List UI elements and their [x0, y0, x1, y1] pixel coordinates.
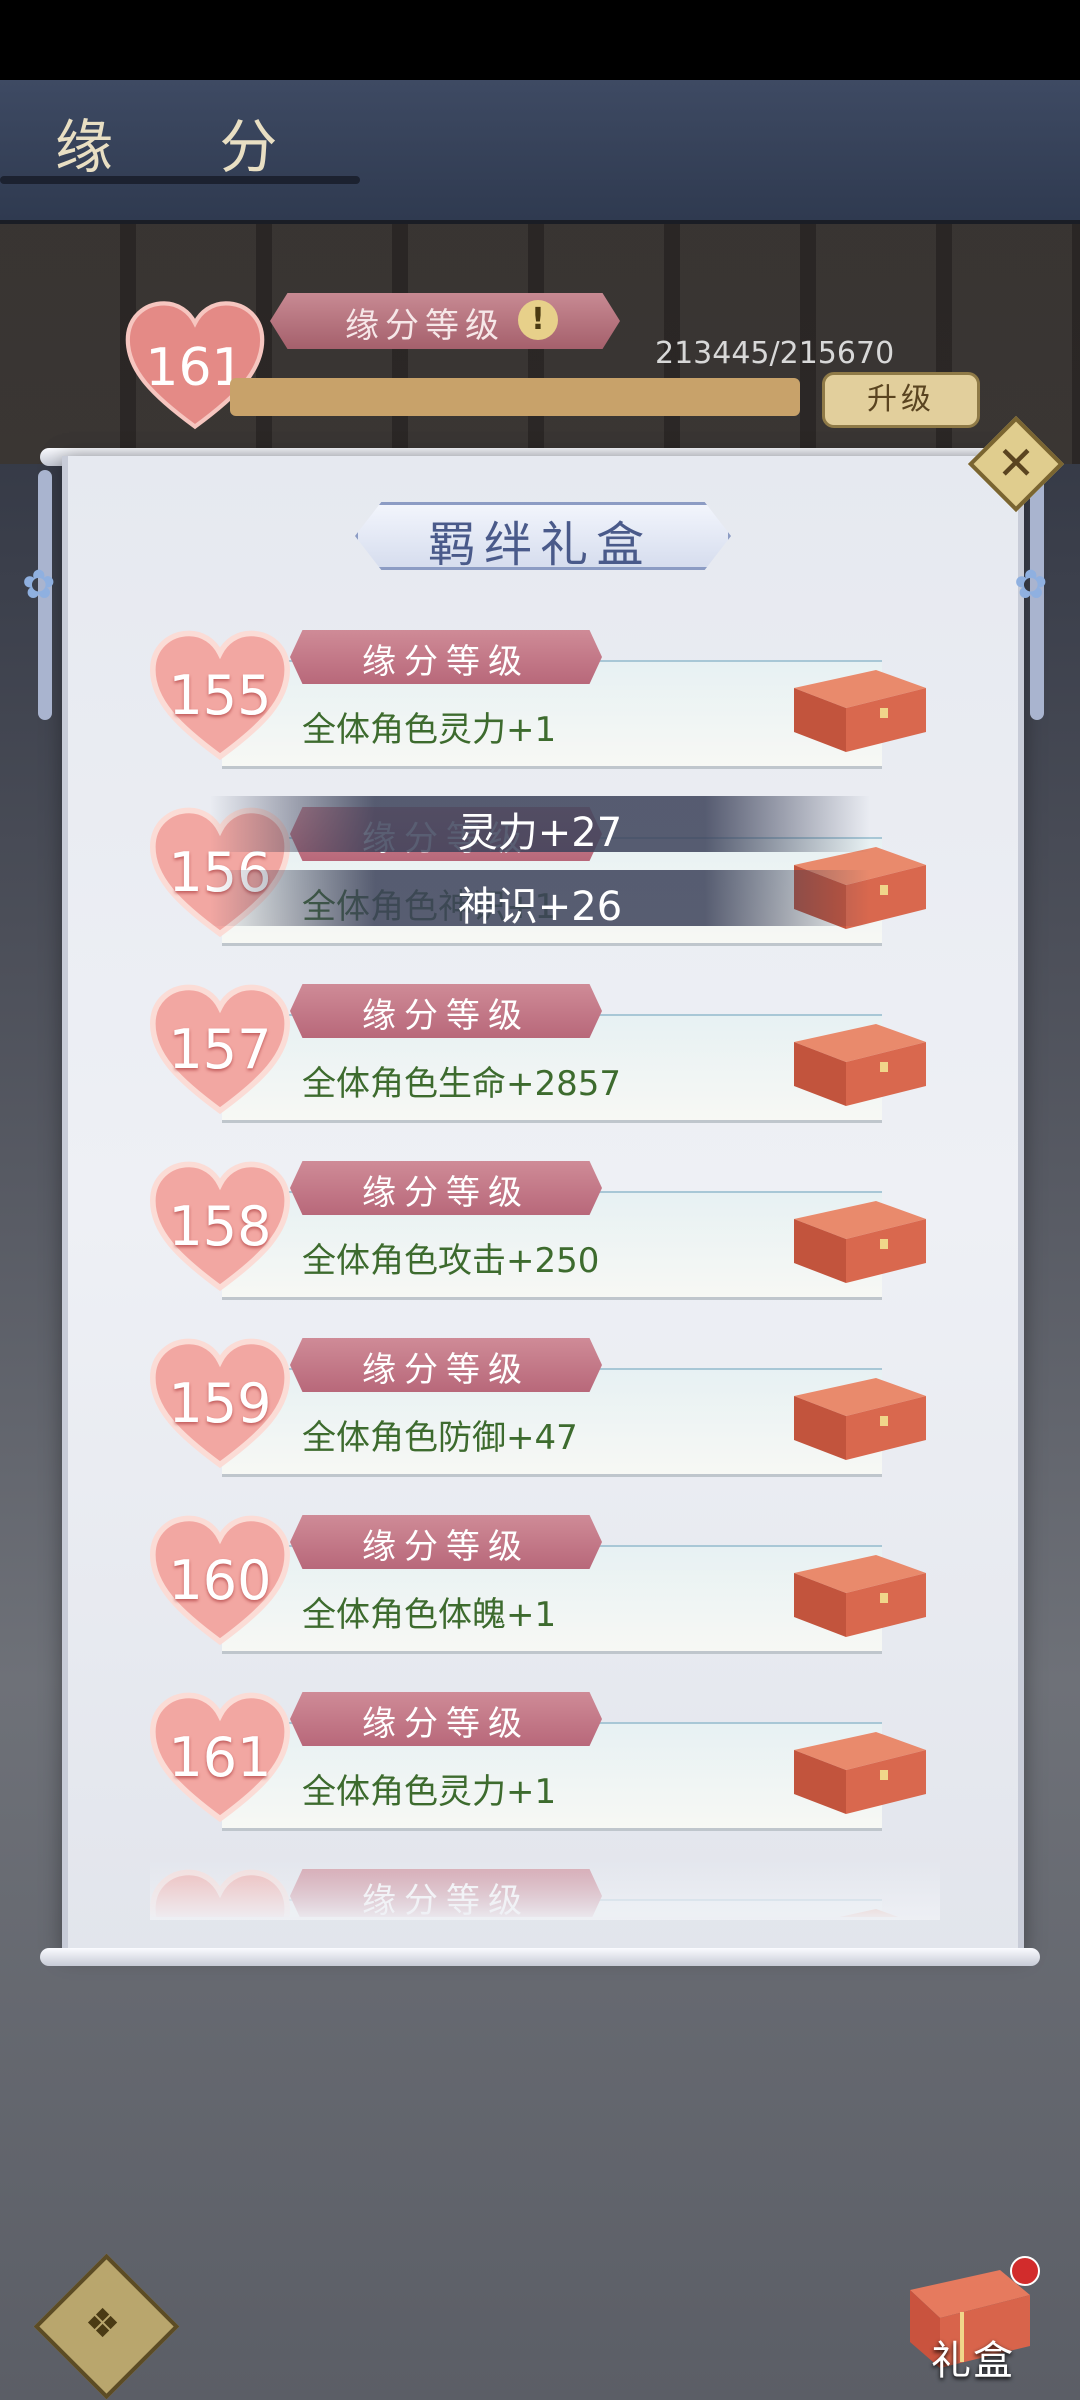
left-flower-icon: ✿	[22, 562, 56, 608]
page-title: 缘 分	[55, 113, 322, 181]
reward-chest-icon[interactable]	[790, 1356, 930, 1466]
row-reward-text: 全体角色生命+2857	[302, 1064, 622, 1104]
reward-toast-text: 神识+26	[457, 884, 623, 930]
gift-row: 159 缘分等级全体角色防御+47	[150, 1338, 930, 1478]
upgrade-button[interactable]: 升级	[822, 372, 980, 428]
row-reward-text: 全体角色攻击+250	[302, 1241, 600, 1281]
list-fade	[150, 1860, 940, 1920]
reward-toast: 神识+26	[210, 870, 870, 930]
fate-exp-bar	[230, 378, 800, 416]
row-reward-text: 全体角色灵力+1	[302, 1772, 557, 1812]
gift-box-label[interactable]: 礼盒	[918, 2328, 1028, 2386]
scroll-rod-bottom	[40, 1948, 1040, 1966]
header-decoration	[0, 176, 360, 184]
row-reward-text: 全体角色灵力+1	[302, 710, 557, 750]
row-level: 155	[168, 664, 272, 727]
gift-row: 161 缘分等级全体角色灵力+1	[150, 1692, 930, 1832]
row-level-label: 缘分等级	[362, 996, 530, 1036]
reward-toast-text: 灵力+27	[457, 810, 623, 856]
page-header: 缘 分	[0, 80, 1080, 224]
fate-exp-text: 213445/215670	[655, 336, 895, 371]
gift-row: 160 缘分等级全体角色体魄+1	[150, 1515, 930, 1655]
row-level: 157	[168, 1018, 272, 1081]
status-bar	[0, 0, 1080, 80]
panel-title: 羁绊礼盒	[427, 517, 652, 573]
reward-chest-icon[interactable]	[790, 648, 930, 758]
row-level-label: 缘分等级	[362, 1527, 530, 1567]
gift-row: 157 缘分等级全体角色生命+2857	[150, 984, 930, 1124]
row-level-label: 缘分等级	[362, 1173, 530, 1213]
info-icon[interactable]: !	[518, 300, 558, 340]
row-level: 160	[168, 1549, 272, 1612]
reward-toast: 灵力+27	[210, 796, 870, 856]
notification-dot	[1010, 2256, 1040, 2286]
gift-row: 158 缘分等级全体角色攻击+250	[150, 1161, 930, 1301]
row-level: 159	[168, 1372, 272, 1435]
gift-row: 155 缘分等级全体角色灵力+1	[150, 630, 930, 770]
reward-chest-icon[interactable]	[790, 1710, 930, 1820]
close-icon: ✕	[996, 436, 1036, 490]
reward-chest-icon[interactable]	[790, 1533, 930, 1643]
row-reward-text: 全体角色防御+47	[302, 1418, 578, 1458]
row-level-label: 缘分等级	[362, 1350, 530, 1390]
reward-chest-icon[interactable]	[790, 1002, 930, 1112]
row-level-label: 缘分等级	[362, 642, 530, 682]
row-reward-text: 全体角色体魄+1	[302, 1595, 557, 1635]
row-level-label: 缘分等级	[362, 1704, 530, 1744]
reward-chest-icon[interactable]	[790, 1179, 930, 1289]
ornament-icon: ❖	[84, 2301, 121, 2347]
row-level: 158	[168, 1195, 272, 1258]
right-flower-icon: ✿	[1014, 562, 1048, 608]
row-level: 161	[168, 1726, 272, 1789]
